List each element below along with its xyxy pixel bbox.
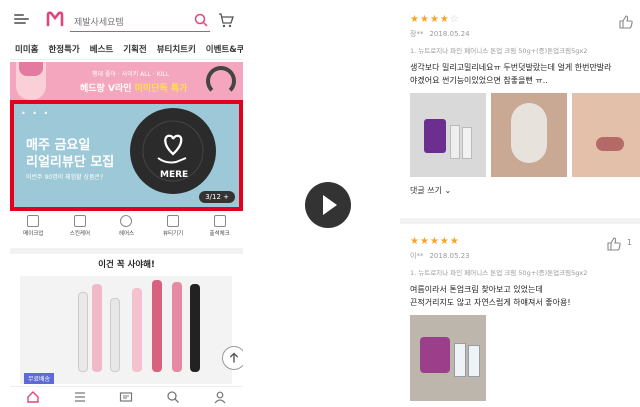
reviewer-name: 장** bbox=[410, 30, 424, 38]
promo-banner[interactable]: 챙대 좋아 · 사이키 ALL · KILL 헤드랑 V라인 미미단독 특가 bbox=[10, 62, 243, 100]
hair-iron-image bbox=[110, 298, 120, 372]
thumbs-up-icon[interactable] bbox=[618, 14, 634, 30]
review-text-line: 생각보다 밀리고밀리네요ㅠ 두번덧발랐는데 얼게 한번만발라 bbox=[410, 63, 612, 72]
review-date: 2018.05.23 bbox=[429, 252, 470, 260]
slide-counter[interactable]: 3/12 + bbox=[199, 191, 235, 203]
category-label: 스킨케어 bbox=[69, 231, 91, 237]
hero-subtitle: 이번주 90명이 체험할 상품은? bbox=[26, 174, 104, 181]
bottom-nav bbox=[10, 386, 243, 407]
search-icon[interactable] bbox=[166, 390, 180, 404]
category-nav: 미미홈 한정특가 베스트 기획전 뷰티치트키 이벤트&쿠 bbox=[10, 40, 243, 60]
thumbs-up-icon[interactable] bbox=[606, 236, 622, 252]
review-photo[interactable] bbox=[572, 93, 640, 177]
review-photo[interactable] bbox=[410, 315, 486, 401]
search-icon[interactable] bbox=[194, 13, 208, 27]
calendar-icon bbox=[213, 215, 226, 227]
device-icon bbox=[167, 215, 180, 227]
review-date: 2018.05.24 bbox=[429, 30, 470, 38]
free-shipping-badge: 무료배송 bbox=[24, 373, 55, 384]
brand-name: MERE bbox=[160, 170, 189, 180]
heart-hand-icon bbox=[142, 120, 204, 182]
search-input[interactable] bbox=[70, 13, 188, 33]
like-count: 1 bbox=[626, 238, 632, 247]
review-option: 1. 뉴트로지나 파인 페어니스 톤업 크림 50g+(증)톤업크림5gx2 bbox=[410, 47, 588, 55]
nav-tab[interactable]: 뷰티치트키 bbox=[152, 40, 201, 59]
review-item: ★★★★☆ 장** 2018.05.24 1. 뉴트로지나 파인 페어니스 톤업 … bbox=[410, 14, 640, 196]
cart-icon[interactable] bbox=[218, 12, 234, 28]
model-image bbox=[16, 62, 46, 100]
arrow-up-icon bbox=[229, 352, 239, 363]
promo-small-text: 챙대 좋아 · 사이키 ALL · KILL bbox=[92, 71, 170, 78]
nav-tab[interactable]: 이벤트&쿠 bbox=[201, 40, 243, 59]
nav-tab[interactable]: 미미홈 bbox=[10, 40, 43, 59]
hair-iron-image bbox=[190, 284, 200, 372]
brand-logo-icon[interactable] bbox=[46, 11, 64, 27]
category-label: 뷰티기기 bbox=[162, 231, 184, 237]
review-screen: ★★★★☆ 장** 2018.05.24 1. 뉴트로지나 파인 페어니스 톤업 … bbox=[400, 0, 640, 407]
hair-iron-image bbox=[172, 282, 182, 372]
category-label: 헤어스 bbox=[118, 231, 135, 237]
review-option: 1. 뉴트로지나 파인 페어니스 톤업 크림 50g+(증)톤업크림5gx2 bbox=[410, 269, 588, 277]
lipstick-icon bbox=[27, 215, 40, 227]
ticket-icon[interactable] bbox=[119, 390, 133, 404]
write-comment-button[interactable]: 댓글 쓰기 ⌄ bbox=[410, 185, 636, 196]
review-photos bbox=[410, 93, 640, 177]
review-text-line: 야겠어요 썬기능이있었으면 참좋을뻔 ㅠ.. bbox=[410, 76, 548, 85]
hair-iron-image bbox=[132, 288, 142, 372]
mobile-shop-screen: 미미홈 한정특가 베스트 기획전 뷰티치트키 이벤트&쿠 챙대 좋아 · 사이키… bbox=[10, 0, 243, 407]
nav-tab[interactable]: 기획전 bbox=[118, 40, 151, 59]
review-divider bbox=[400, 218, 640, 224]
section-divider bbox=[10, 248, 243, 254]
hero-title-line2: 리얼리뷰단 모집 bbox=[26, 155, 115, 170]
menu-icon[interactable] bbox=[14, 12, 30, 26]
category-makeup[interactable]: 메이크업 bbox=[14, 215, 52, 243]
review-text-line: 끈적거리지도 않고 자연스럽게 하얘져서 좋아용! bbox=[410, 298, 571, 307]
menu-icon[interactable] bbox=[73, 390, 87, 404]
category-attendance[interactable]: 출석체크 bbox=[201, 215, 239, 243]
review-meta: 장** 2018.05.24 bbox=[410, 29, 636, 39]
promo-main-text: 헤드랑 V라인 미미단독 특가 bbox=[80, 84, 188, 94]
review-text: 여름이라서 톤업크림 찾아보고 있었는데 끈적거리지도 않고 자연스럽게 하얘져… bbox=[410, 283, 636, 309]
reviewer-name: 이** bbox=[410, 252, 424, 260]
scroll-top-button[interactable] bbox=[222, 346, 243, 370]
category-label: 메이크업 bbox=[23, 231, 44, 237]
profile-icon[interactable] bbox=[213, 390, 227, 404]
category-device[interactable]: 뷰티기기 bbox=[154, 215, 192, 243]
search-bar[interactable] bbox=[70, 10, 210, 33]
category-label: 출석체크 bbox=[209, 231, 230, 237]
review-photo[interactable] bbox=[491, 93, 567, 177]
review-text-line: 여름이라서 톤업크림 찾아보고 있었는데 bbox=[410, 285, 543, 294]
review-photos bbox=[410, 315, 636, 401]
review-photo[interactable] bbox=[410, 93, 486, 177]
section-title: 이건 꼭 사야해! bbox=[98, 260, 155, 270]
hero-banner[interactable]: • • • 매주 금요일 리얼리뷰단 모집 이번주 90명이 체험할 상품은? … bbox=[10, 100, 243, 211]
category-shortcuts: 메이크업 스킨케어 헤어스 뷰티기기 출석체크 bbox=[10, 215, 243, 243]
hair-iron-image bbox=[92, 284, 102, 372]
skincare-icon bbox=[73, 215, 86, 227]
home-icon[interactable] bbox=[26, 390, 40, 404]
nav-tab[interactable]: 한정특가 bbox=[43, 40, 84, 59]
headphones-image bbox=[206, 66, 236, 96]
review-item: ★★★★★ 1 이** 2018.05.23 1. 뉴트로지나 파인 페어니스 톤… bbox=[410, 236, 636, 401]
review-meta: 이** 2018.05.23 bbox=[410, 251, 636, 261]
nav-tab[interactable]: 베스트 bbox=[85, 40, 118, 59]
star-rating: ★★★★☆ bbox=[410, 14, 460, 25]
product-image[interactable]: 무료배송 bbox=[20, 276, 232, 384]
play-button-icon[interactable] bbox=[305, 182, 351, 228]
star-rating: ★★★★★ bbox=[410, 236, 460, 247]
top-bar bbox=[10, 8, 243, 34]
promo-highlight: 미미단독 특가 bbox=[134, 84, 188, 94]
category-hair[interactable]: 헤어스 bbox=[107, 215, 145, 243]
banner-dots: • • • bbox=[21, 109, 51, 118]
hair-iron-image bbox=[152, 280, 162, 372]
chevron-down-icon: ⌄ bbox=[444, 186, 452, 195]
hair-icon bbox=[120, 215, 133, 227]
category-skincare[interactable]: 스킨케어 bbox=[61, 215, 99, 243]
hair-iron-image bbox=[78, 292, 88, 372]
review-text: 생각보다 밀리고밀리네요ㅠ 두번덧발랐는데 얼게 한번만발라 야겠어요 썬기능이… bbox=[410, 61, 636, 87]
